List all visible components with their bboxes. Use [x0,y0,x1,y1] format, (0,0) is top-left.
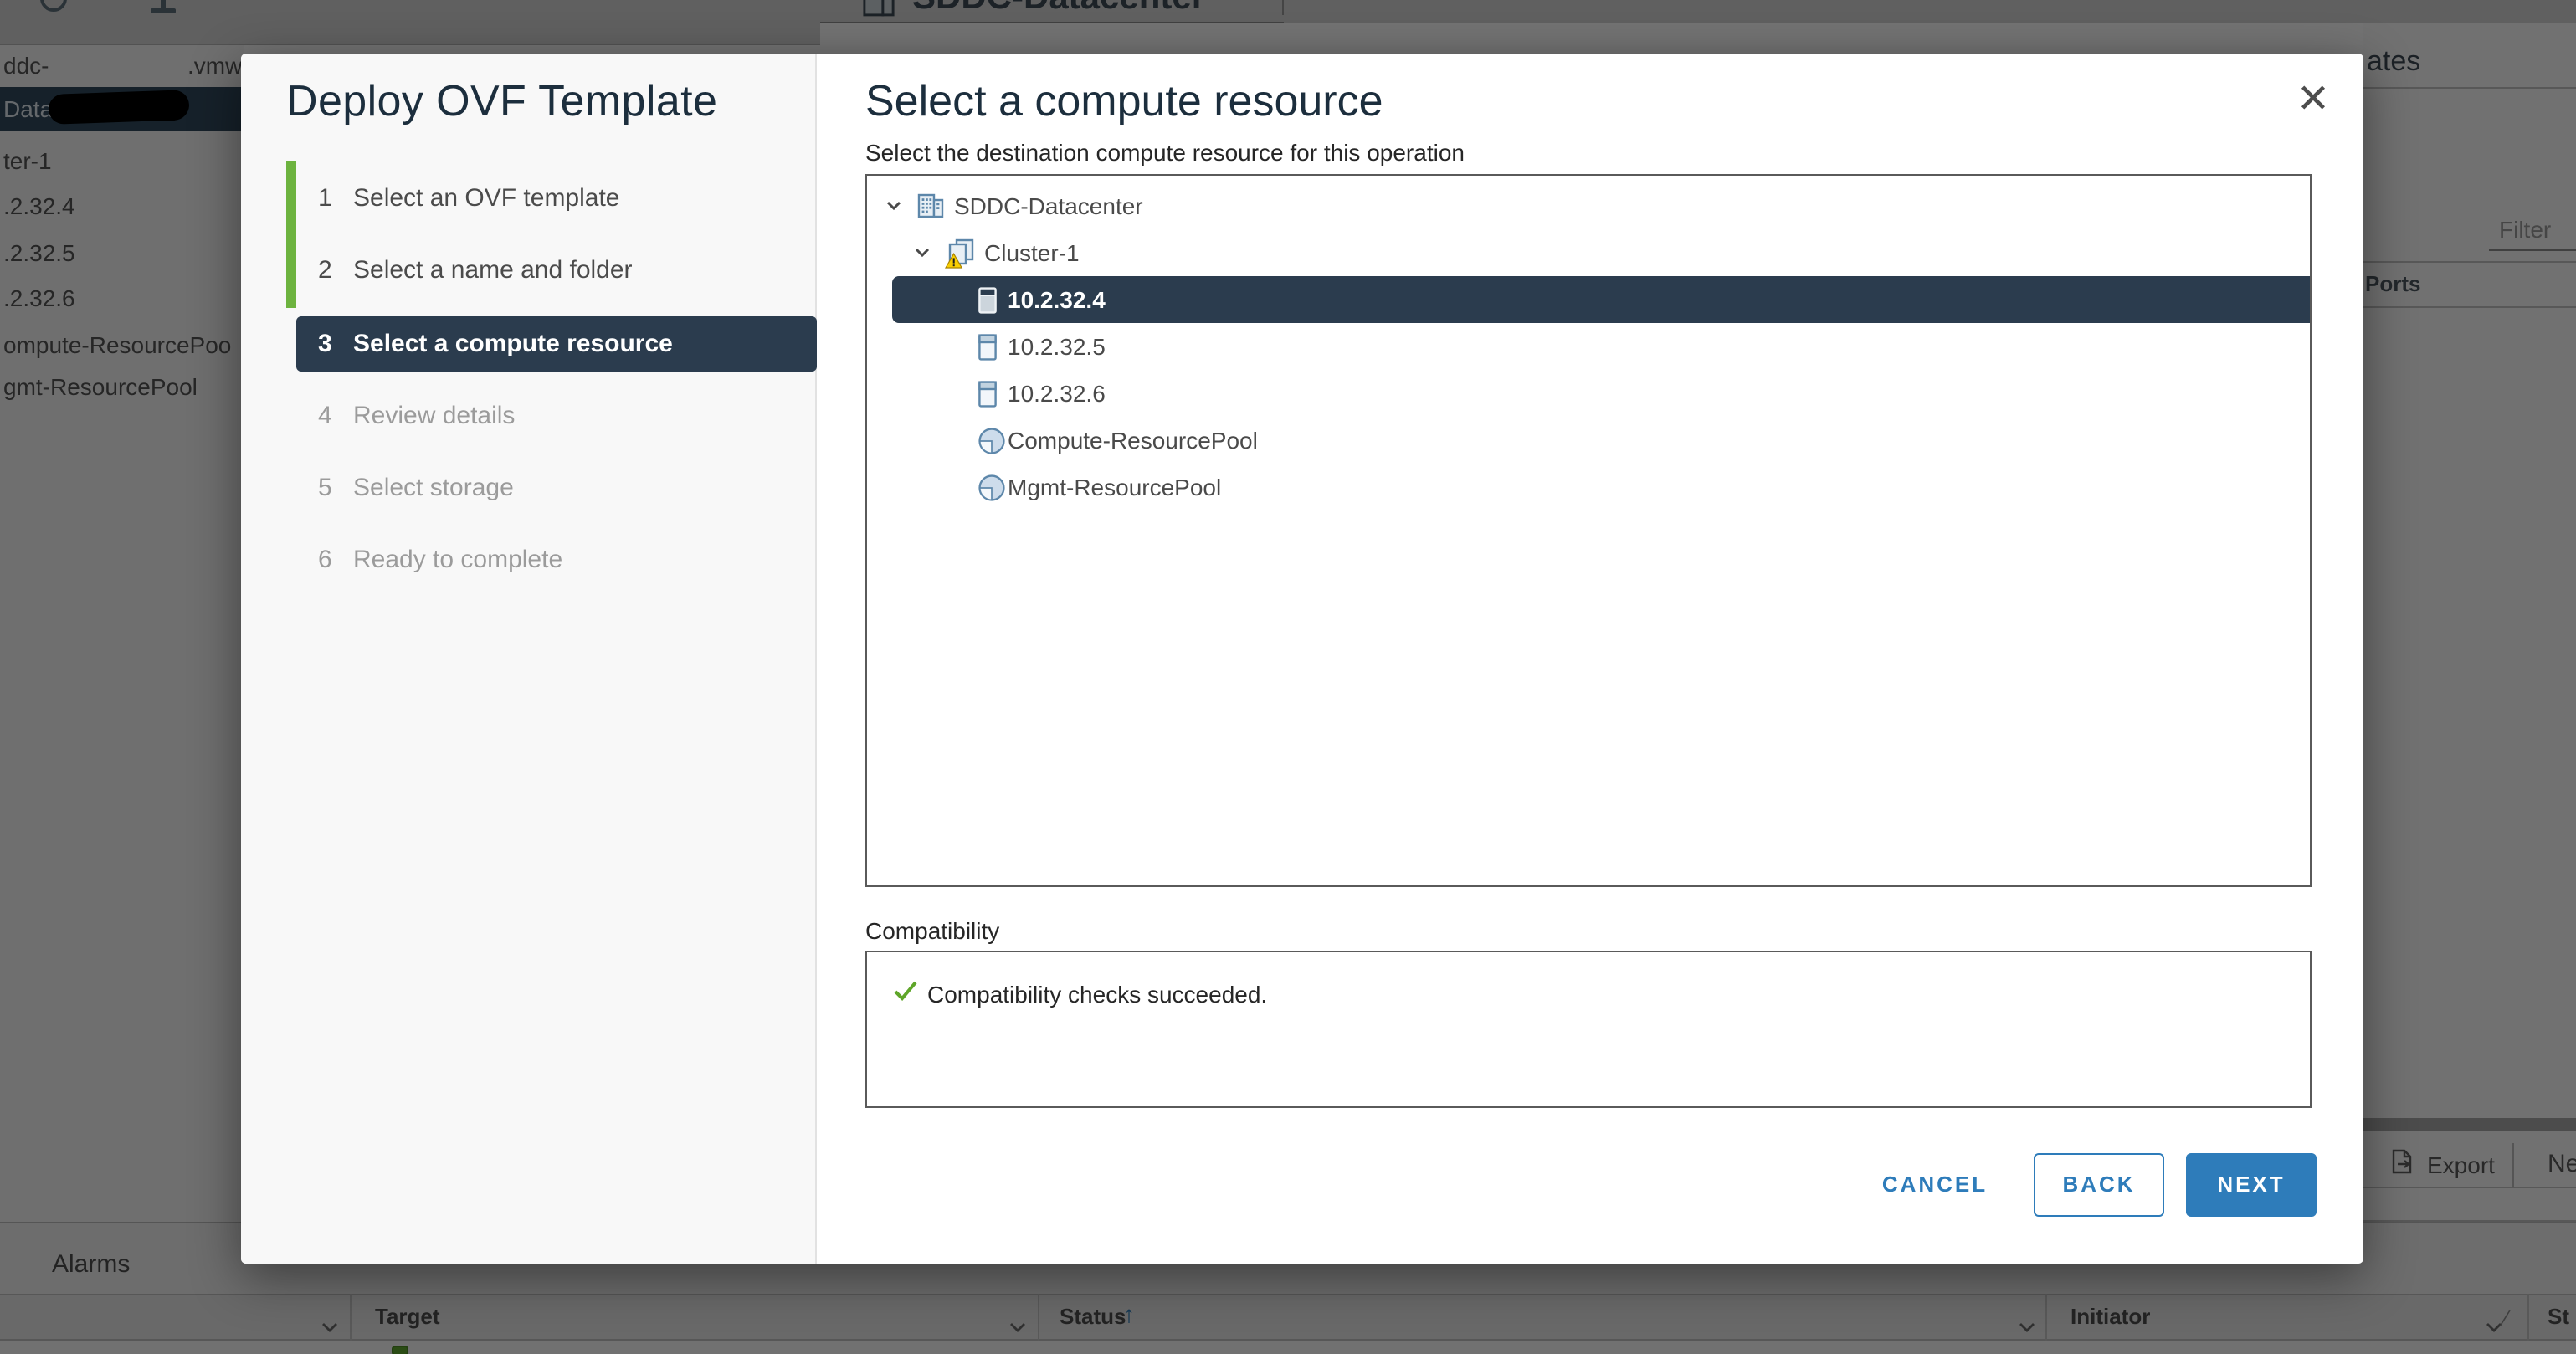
step-label: Select a name and folder [353,243,633,298]
deploy-ovf-template-dialog: Deploy OVF Template 1 Select an OVF temp… [241,54,2363,1264]
tree-item-label: 10.2.32.6 [1008,370,1106,417]
tree-item-host-10-2-32-4-selected[interactable]: 10.2.32.4 [867,276,2310,323]
back-button[interactable]: BACK [2034,1153,2164,1217]
tree-item-mgmt-resourcepool[interactable]: Mgmt-ResourcePool [867,464,2310,510]
compatibility-message: Compatibility checks succeeded. [927,981,1267,1008]
cluster-warning-icon [944,229,978,276]
tree-item-label: 10.2.32.4 [1008,276,1106,323]
dialog-title: Deploy OVF Template [286,75,717,127]
step-label: Select storage [353,460,514,515]
wizard-step-3-active[interactable]: 3 Select a compute resource [296,316,817,372]
compute-resource-tree: SDDC-Datacenter Cluster-1 10.2.32.4 [865,174,2312,887]
compatibility-label: Compatibility [865,917,999,944]
step-label: Review details [353,388,515,444]
host-icon [978,370,998,417]
resource-pool-icon [978,417,1006,464]
resource-pool-icon [978,464,1006,510]
wizard-step-4: 4 Review details [296,388,817,444]
step-label: Select an OVF template [353,171,620,226]
step-number: 3 [318,316,332,372]
tree-item-host-10-2-32-6[interactable]: 10.2.32.6 [867,370,2310,417]
host-icon [978,323,998,370]
tree-item-label: Compute-ResourcePool [1008,417,1258,464]
step-number: 1 [318,171,332,226]
tree-item-label: 10.2.32.5 [1008,323,1106,370]
cancel-button[interactable]: CANCEL [1868,1165,2002,1205]
host-icon [978,276,998,323]
tree-item-sddc-datacenter[interactable]: SDDC-Datacenter [867,182,2310,229]
compatibility-panel: Compatibility checks succeeded. [865,951,2312,1108]
tree-item-label: SDDC-Datacenter [954,182,1143,229]
next-button[interactable]: NEXT [2186,1153,2317,1217]
wizard-step-6: 6 Ready to complete [296,532,817,587]
tree-item-label: Cluster-1 [984,229,1080,276]
tree-item-cluster-1[interactable]: Cluster-1 [867,229,2310,276]
step-number: 4 [318,388,332,444]
tree-item-compute-resourcepool[interactable]: Compute-ResourcePool [867,417,2310,464]
wizard-step-2[interactable]: 2 Select a name and folder [296,243,817,298]
wizard-steps-pane: Deploy OVF Template 1 Select an OVF temp… [241,54,817,1264]
wizard-step-1[interactable]: 1 Select an OVF template [296,171,817,226]
tree-item-label: Mgmt-ResourcePool [1008,464,1221,510]
step-header: Select a compute resource [865,75,1383,127]
chevron-down-icon[interactable] [912,229,932,276]
check-icon [892,977,919,1013]
step-label: Ready to complete [353,532,562,587]
redaction-scribble [48,90,189,125]
step-number: 5 [318,460,332,515]
step-label: Select a compute resource [353,316,673,372]
wizard-step-5: 5 Select storage [296,460,817,515]
datacenter-icon [916,182,946,229]
vsphere-client-screen: SDDC-Datacenter ddc- .vmw Datacenter ter… [0,0,2576,1354]
chevron-down-icon[interactable] [884,182,904,229]
step-number: 2 [318,243,332,298]
tree-item-host-10-2-32-5[interactable]: 10.2.32.5 [867,323,2310,370]
step-number: 6 [318,532,332,587]
wizard-progress-bar [286,161,296,308]
step-instruction: Select the destination compute resource … [865,139,1465,166]
close-icon[interactable]: ✕ [2286,74,2340,127]
